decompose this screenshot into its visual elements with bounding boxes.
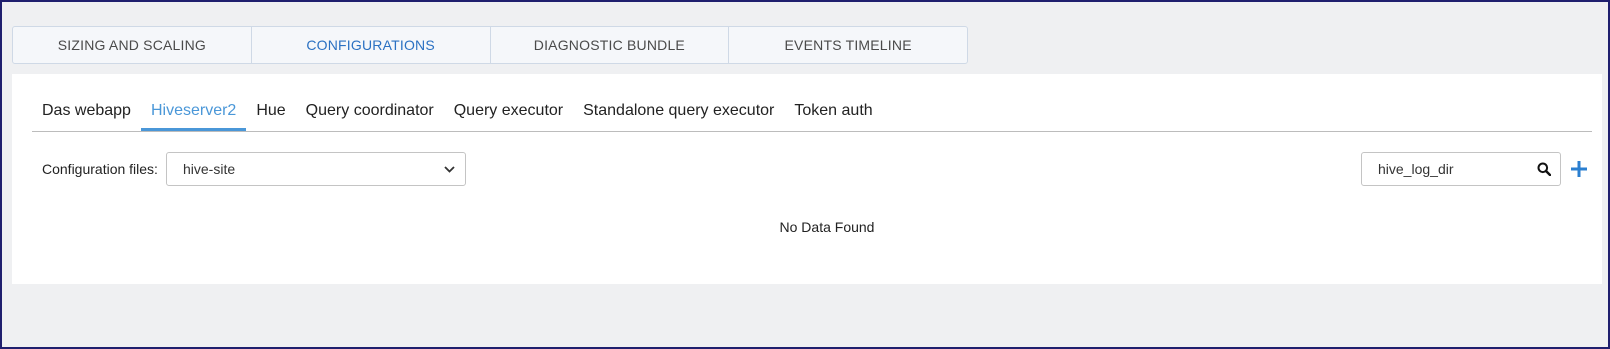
search-input[interactable] [1378,161,1536,177]
sub-tab-das-webapp[interactable]: Das webapp [32,94,141,131]
tab-diagnostic-bundle[interactable]: DIAGNOSTIC BUNDLE [491,27,730,63]
empty-state-message: No Data Found [779,219,875,235]
plus-icon [1571,161,1587,177]
sub-tab-hue[interactable]: Hue [246,94,295,131]
configurations-panel: Das webapp Hiveserver2 Hue Query coordin… [12,74,1602,284]
app-frame: SIZING AND SCALING CONFIGURATIONS DIAGNO… [0,0,1610,349]
chevron-down-icon [443,163,455,175]
tab-sizing-and-scaling[interactable]: SIZING AND SCALING [13,27,252,63]
search-icon[interactable] [1536,161,1552,177]
tab-configurations[interactable]: CONFIGURATIONS [252,27,491,63]
search-field [1361,152,1561,186]
configuration-files-select[interactable]: hive-site [166,152,466,186]
configuration-files-selected-value: hive-site [183,161,236,177]
sub-tab-hiveserver2[interactable]: Hiveserver2 [140,94,247,131]
tab-events-timeline[interactable]: EVENTS TIMELINE [729,27,967,63]
top-tab-bar: SIZING AND SCALING CONFIGURATIONS DIAGNO… [12,26,968,64]
sub-tab-query-executor[interactable]: Query executor [444,94,573,131]
sub-tab-token-auth[interactable]: Token auth [784,94,882,131]
add-config-button[interactable] [1568,158,1590,180]
configuration-files-label: Configuration files: [42,161,158,177]
sub-tab-query-coordinator[interactable]: Query coordinator [296,94,444,131]
sub-tab-standalone-query-executor[interactable]: Standalone query executor [573,94,784,131]
service-tab-bar: Das webapp Hiveserver2 Hue Query coordin… [32,94,1592,132]
